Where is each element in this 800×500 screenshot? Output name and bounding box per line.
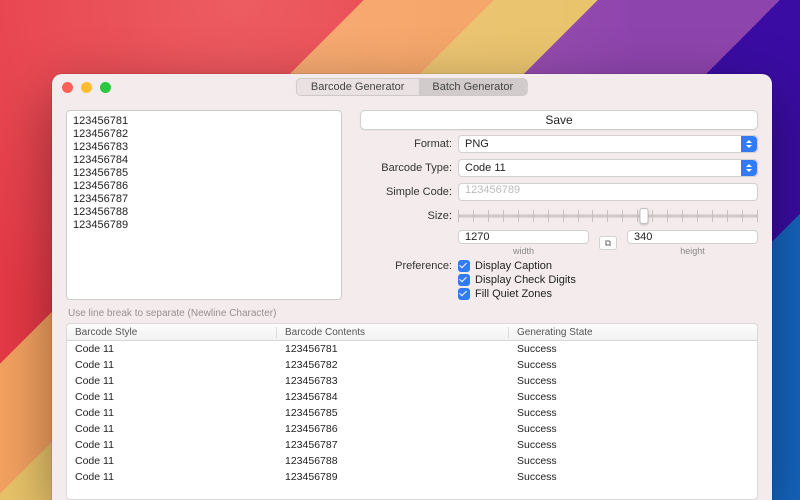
- settings-panel: Save Format: PNG Barcode Type: Code 11: [360, 110, 758, 300]
- table-row[interactable]: Code 11123456781Success: [67, 341, 757, 357]
- barcode-type-value: Code 11: [465, 162, 506, 174]
- chevron-updown-icon: [741, 136, 757, 152]
- format-value: PNG: [465, 138, 489, 150]
- cell-state: Success: [509, 343, 757, 355]
- cell-state: Success: [509, 359, 757, 371]
- tab-switcher: Barcode Generator Batch Generator: [296, 78, 528, 96]
- tab-batch-generator[interactable]: Batch Generator: [418, 79, 527, 95]
- cell-state: Success: [509, 455, 757, 467]
- table-row[interactable]: Code 11123456785Success: [67, 405, 757, 421]
- cell-state: Success: [509, 423, 757, 435]
- slider-ticks: [458, 210, 758, 222]
- pref-display-caption[interactable]: Display Caption: [458, 260, 576, 272]
- cell-state: Success: [509, 439, 757, 451]
- size-slider[interactable]: [458, 207, 758, 225]
- column-barcode-contents[interactable]: Barcode Contents: [277, 327, 509, 338]
- row-simple-code: Simple Code: 123456789: [360, 182, 758, 202]
- table-row[interactable]: Code 11123456783Success: [67, 373, 757, 389]
- row-size: Size:: [360, 206, 758, 226]
- table-row[interactable]: Code 11123456787Success: [67, 437, 757, 453]
- zoom-icon[interactable]: [100, 82, 111, 93]
- cell-style: Code 11: [67, 439, 277, 451]
- height-input[interactable]: 340: [627, 230, 758, 244]
- close-icon[interactable]: [62, 82, 73, 93]
- cell-style: Code 11: [67, 375, 277, 387]
- label-format: Format:: [360, 138, 452, 150]
- cell-style: Code 11: [67, 455, 277, 467]
- cell-contents: 123456785: [277, 407, 509, 419]
- tab-barcode-generator[interactable]: Barcode Generator: [297, 79, 419, 95]
- cell-style: Code 11: [67, 343, 277, 355]
- pref-fill-quiet-zones[interactable]: Fill Quiet Zones: [458, 288, 576, 300]
- window-controls: [62, 82, 111, 93]
- checkbox-icon: [458, 260, 470, 272]
- label-simple-code: Simple Code:: [360, 186, 452, 198]
- cell-contents: 123456781: [277, 343, 509, 355]
- link-icon[interactable]: ⧉: [599, 236, 617, 250]
- label-barcode-type: Barcode Type:: [360, 162, 452, 174]
- table-row[interactable]: Code 11123456784Success: [67, 389, 757, 405]
- cell-style: Code 11: [67, 471, 277, 483]
- cell-contents: 123456789: [277, 471, 509, 483]
- table-row[interactable]: Code 11123456786Success: [67, 421, 757, 437]
- cell-style: Code 11: [67, 423, 277, 435]
- cell-style: Code 11: [67, 407, 277, 419]
- slider-thumb[interactable]: [640, 208, 649, 224]
- column-barcode-style[interactable]: Barcode Style: [67, 327, 277, 338]
- cell-contents: 123456787: [277, 439, 509, 451]
- results-table: Barcode Style Barcode Contents Generatin…: [66, 323, 758, 500]
- app-window: Barcode Generator Batch Generator 123456…: [52, 74, 772, 500]
- format-select[interactable]: PNG: [458, 135, 758, 153]
- cell-state: Success: [509, 375, 757, 387]
- cell-contents: 123456788: [277, 455, 509, 467]
- top-row: 123456781 123456782 123456783 123456784 …: [66, 110, 758, 300]
- cell-contents: 123456786: [277, 423, 509, 435]
- cell-contents: 123456782: [277, 359, 509, 371]
- input-hint: Use line break to separate (Newline Char…: [68, 308, 758, 319]
- width-input[interactable]: 1270: [458, 230, 589, 244]
- content-area: 123456781 123456782 123456783 123456784 …: [52, 100, 772, 500]
- column-generating-state[interactable]: Generating State: [509, 327, 757, 338]
- pref-label: Fill Quiet Zones: [475, 288, 552, 300]
- table-body: Code 11123456781SuccessCode 11123456782S…: [67, 341, 757, 485]
- table-row[interactable]: Code 11123456789Success: [67, 469, 757, 485]
- cell-contents: 123456783: [277, 375, 509, 387]
- checkbox-icon: [458, 288, 470, 300]
- cell-state: Success: [509, 471, 757, 483]
- row-barcode-type: Barcode Type: Code 11: [360, 158, 758, 178]
- pref-label: Display Caption: [475, 260, 552, 272]
- table-row[interactable]: Code 11123456782Success: [67, 357, 757, 373]
- label-preference: Preference:: [360, 260, 452, 272]
- row-preference: Preference: Display Caption Display Chec…: [360, 260, 758, 300]
- table-header: Barcode Style Barcode Contents Generatin…: [67, 324, 757, 341]
- save-button[interactable]: Save: [360, 110, 758, 130]
- row-format: Format: PNG: [360, 134, 758, 154]
- cell-contents: 123456784: [277, 391, 509, 403]
- label-size: Size:: [360, 210, 452, 222]
- cell-style: Code 11: [67, 391, 277, 403]
- pref-display-check-digits[interactable]: Display Check Digits: [458, 274, 576, 286]
- height-sublabel: height: [680, 246, 705, 256]
- cell-state: Success: [509, 391, 757, 403]
- width-sublabel: width: [513, 246, 534, 256]
- barcode-type-select[interactable]: Code 11: [458, 159, 758, 177]
- row-dimensions: 1270 width ⧉ 340 height: [360, 230, 758, 256]
- checkbox-icon: [458, 274, 470, 286]
- simple-code-input[interactable]: 123456789: [458, 183, 758, 201]
- pref-label: Display Check Digits: [475, 274, 576, 286]
- batch-input-textarea[interactable]: 123456781 123456782 123456783 123456784 …: [66, 110, 342, 300]
- table-row[interactable]: Code 11123456788Success: [67, 453, 757, 469]
- cell-state: Success: [509, 407, 757, 419]
- titlebar: Barcode Generator Batch Generator: [52, 74, 772, 100]
- minimize-icon[interactable]: [81, 82, 92, 93]
- chevron-updown-icon: [741, 160, 757, 176]
- cell-style: Code 11: [67, 359, 277, 371]
